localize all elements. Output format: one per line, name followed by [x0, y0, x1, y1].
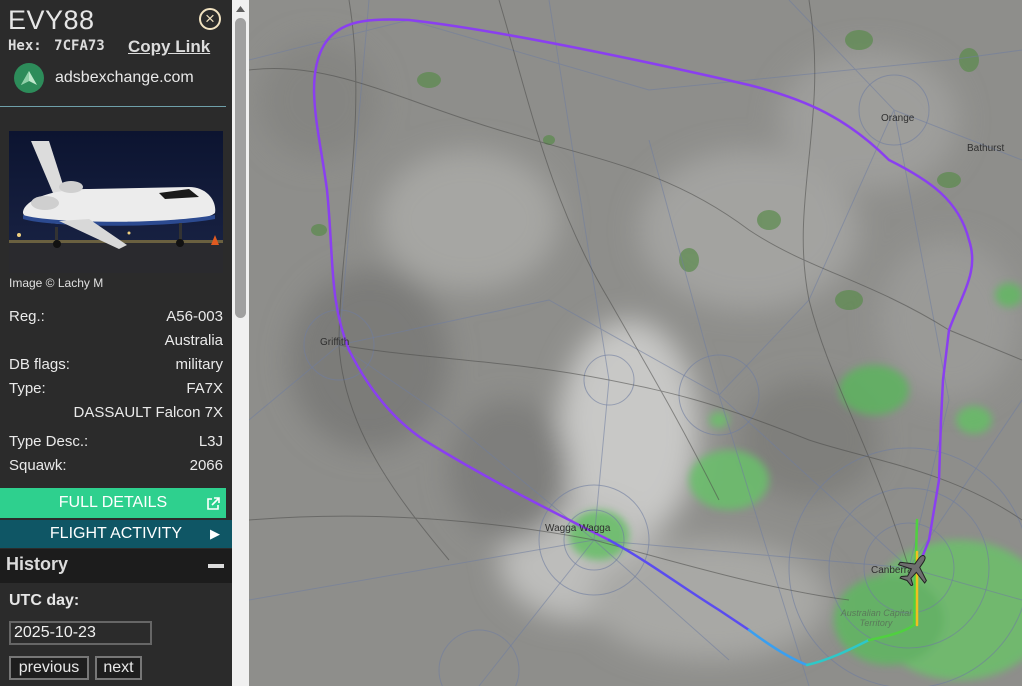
country-value: Australia: [164, 332, 223, 349]
map-label-bathurst: Bathurst: [967, 143, 1005, 154]
full-details-label: FULL DETAILS: [58, 494, 168, 511]
utc-date-input[interactable]: [9, 621, 152, 645]
typedesc-label: Type Desc.:: [9, 433, 89, 450]
hex-row: Hex: 7CFA73: [8, 38, 105, 54]
dbflags-value: military: [175, 356, 224, 373]
history-header[interactable]: History: [0, 549, 232, 583]
aircraft-photo[interactable]: [9, 131, 223, 273]
map-label-orange: Orange: [881, 113, 915, 124]
callsign: EVY88: [8, 5, 95, 35]
scroll-up-arrow-icon[interactable]: [232, 0, 249, 17]
map-label-griffith: Griffith: [320, 337, 350, 348]
close-icon: ×: [205, 9, 215, 28]
flight-activity-label: FLIGHT ACTIVITY: [49, 525, 183, 542]
divider: [0, 106, 226, 107]
squawk-value: 2066: [189, 457, 223, 474]
flight-activity-button[interactable]: FLIGHT ACTIVITY ▶: [0, 520, 232, 548]
adsbexchange-logo-icon: [14, 63, 44, 93]
aircraft-marker-icon[interactable]: [896, 552, 934, 586]
map-label-act: Australian Capital Territory: [840, 608, 912, 628]
hex-label: Hex:: [8, 38, 42, 54]
hex-value: 7CFA73: [54, 38, 105, 54]
type-label: Type:: [9, 380, 46, 397]
previous-button[interactable]: previous: [9, 656, 89, 680]
aircraft-info-panel: EVY88 × Hex: 7CFA73 Copy Link adsbexchan…: [0, 0, 232, 686]
map-label-wagga-wagga: Wagga Wagga: [545, 523, 611, 534]
dbflags-label: DB flags:: [9, 356, 70, 373]
type-value: FA7X: [186, 380, 223, 397]
reg-value: A56-003: [166, 308, 223, 325]
source-name: adsbexchange.com: [55, 69, 194, 86]
full-details-button[interactable]: FULL DETAILS: [0, 488, 226, 518]
squawk-label: Squawk:: [9, 457, 67, 474]
map-view[interactable]: Orange Bathurst Griffith Wagga Wagga Can…: [249, 0, 1022, 686]
typedesc-value: L3J: [198, 433, 223, 450]
source-link[interactable]: adsbexchange.com: [14, 63, 194, 93]
collapse-icon[interactable]: [208, 564, 224, 568]
reg-label: Reg.:: [9, 308, 45, 325]
image-credit: Image © Lachy M: [9, 276, 104, 290]
next-button[interactable]: next: [95, 656, 142, 680]
external-link-icon: [205, 493, 221, 523]
app: EVY88 × Hex: 7CFA73 Copy Link adsbexchan…: [0, 0, 1022, 686]
history-title: History: [6, 554, 69, 574]
utc-day-label: UTC day:: [9, 592, 80, 609]
copy-link[interactable]: Copy Link: [128, 37, 210, 57]
close-button[interactable]: ×: [199, 8, 221, 30]
scrollbar-thumb[interactable]: [235, 18, 246, 318]
caret-right-icon: ▶: [210, 526, 220, 541]
sidebar-scrollbar[interactable]: [232, 0, 249, 686]
type-name-value: DASSAULT Falcon 7X: [73, 404, 223, 421]
